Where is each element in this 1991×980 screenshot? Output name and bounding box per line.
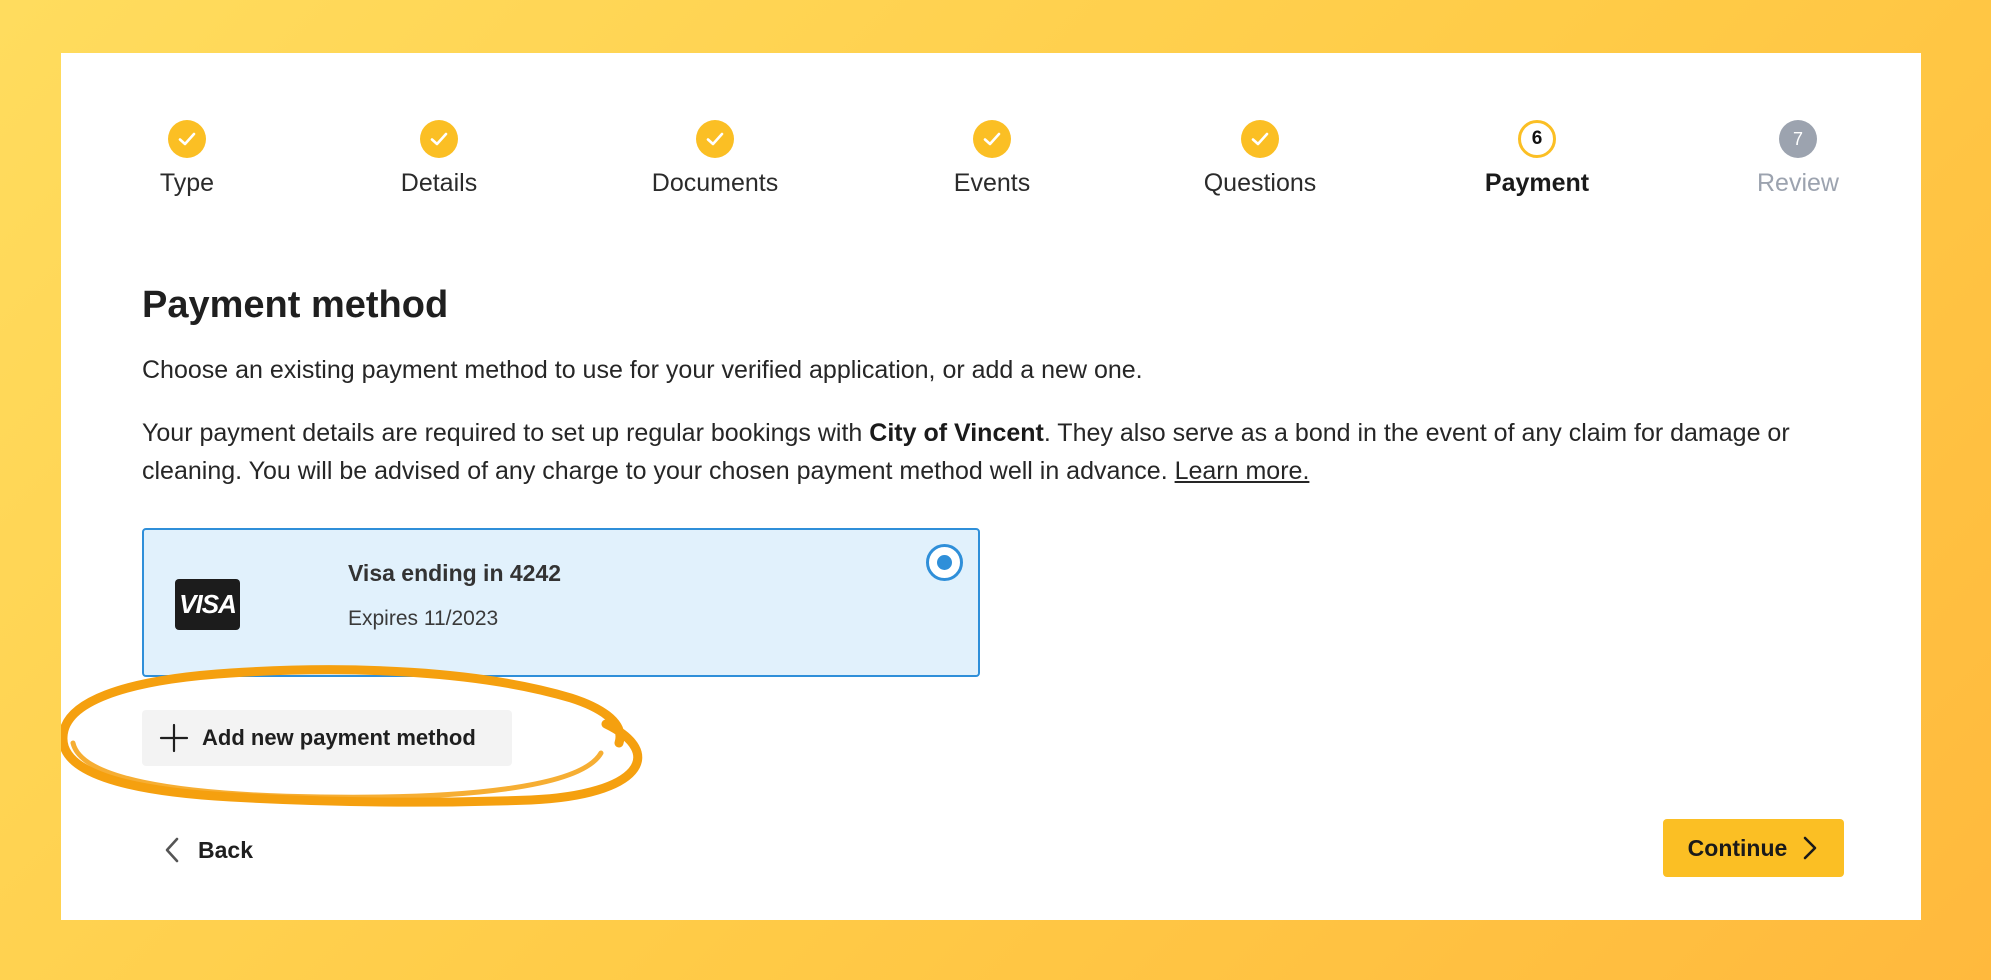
wizard-panel: Type Details Documents Events Questions bbox=[61, 53, 1921, 920]
back-button[interactable]: Back bbox=[162, 830, 253, 870]
step-questions[interactable]: Questions bbox=[1160, 120, 1360, 198]
add-payment-method-label: Add new payment method bbox=[202, 725, 476, 750]
step-label: Questions bbox=[1203, 169, 1317, 197]
details-text-start: Your payment details are required to set… bbox=[142, 419, 870, 447]
step-documents[interactable]: Documents bbox=[615, 120, 815, 198]
step-label: Details bbox=[400, 169, 478, 197]
check-icon bbox=[696, 120, 734, 158]
step-details[interactable]: Details bbox=[339, 120, 539, 198]
step-label: Documents bbox=[651, 169, 779, 197]
step-type[interactable]: Type bbox=[87, 120, 287, 198]
radio-dot bbox=[937, 555, 952, 570]
step-number-current: 6 bbox=[1518, 120, 1556, 158]
step-payment: 6 Payment bbox=[1437, 120, 1637, 198]
step-label: Events bbox=[953, 169, 1031, 197]
payment-details-text: Your payment details are required to set… bbox=[142, 414, 1852, 490]
card-title: Visa ending in 4242 bbox=[348, 560, 562, 586]
step-label: Payment bbox=[1484, 169, 1590, 197]
plus-icon bbox=[159, 723, 189, 753]
step-label: Type bbox=[159, 169, 215, 197]
step-number-future: 7 bbox=[1779, 120, 1817, 158]
step-label: Review bbox=[1757, 169, 1839, 197]
organisation-name: City of Vincent bbox=[869, 419, 1044, 447]
intro-text: Choose an existing payment method to use… bbox=[142, 356, 1143, 384]
visa-logo: VISA bbox=[175, 579, 240, 630]
continue-button[interactable]: Continue bbox=[1663, 819, 1844, 877]
progress-stepper: Type Details Documents Events Questions bbox=[61, 53, 1921, 213]
chevron-right-icon bbox=[1804, 836, 1817, 860]
step-review: 7 Review bbox=[1698, 120, 1898, 198]
add-payment-method-button[interactable]: Add new payment method bbox=[142, 710, 512, 766]
chevron-left-icon bbox=[165, 837, 179, 863]
card-expiry: Expires 11/2023 bbox=[348, 607, 499, 630]
check-icon bbox=[420, 120, 458, 158]
learn-more-link[interactable]: Learn more. bbox=[1175, 457, 1310, 485]
check-icon bbox=[973, 120, 1011, 158]
page-title: Payment method bbox=[142, 284, 449, 326]
back-label: Back bbox=[198, 836, 253, 863]
continue-label: Continue bbox=[1687, 834, 1788, 861]
radio-selected[interactable] bbox=[926, 544, 963, 581]
check-icon bbox=[1241, 120, 1279, 158]
step-events[interactable]: Events bbox=[892, 120, 1092, 198]
payment-method-card[interactable]: VISA Visa ending in 4242 Expires 11/2023 bbox=[142, 528, 980, 677]
check-icon bbox=[168, 120, 206, 158]
